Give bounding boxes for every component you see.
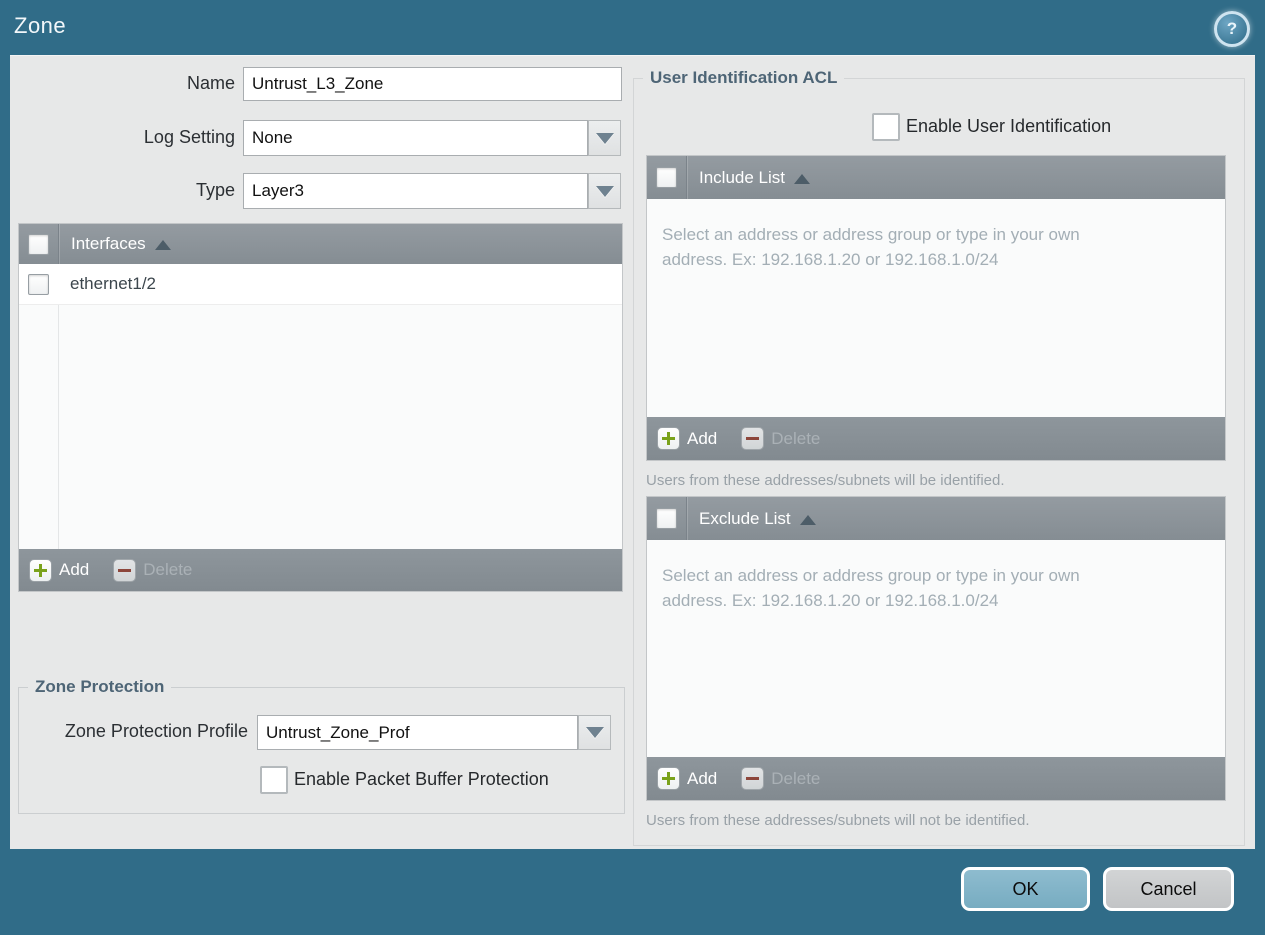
cancel-button[interactable]: Cancel [1103,867,1234,911]
sort-ascending-icon [154,240,171,250]
include-list-header-label: Include List [699,167,785,187]
exclude-list-toolbar: Add Delete [647,757,1225,800]
log-setting-dropdown-button[interactable] [588,120,621,156]
exclude-add-button[interactable]: Add [657,767,717,790]
delete-minus-icon [741,427,765,450]
user-identification-acl-fieldset: User Identification ACL Enable User Iden… [633,68,1245,846]
include-select-all-checkbox[interactable] [656,167,677,188]
include-list-table: Include List Select an address or addres… [646,155,1226,461]
enable-user-identification-checkbox[interactable] [872,113,900,141]
interfaces-delete-button[interactable]: Delete [113,558,193,582]
chevron-down-icon [585,727,604,738]
packet-buffer-protection-label: Enable Packet Buffer Protection [294,769,549,789]
include-header-checkbox-cell [647,156,687,199]
delete-button-label: Delete [771,768,821,788]
exclude-list-placeholder: Select an address or address group or ty… [662,566,1080,610]
add-plus-icon [657,427,680,450]
dialog-title: Zone [14,13,67,38]
add-plus-icon [657,767,680,790]
interfaces-header-label: Interfaces [71,234,146,253]
exclude-list-header[interactable]: Exclude List [647,497,1225,540]
interfaces-table: Interfaces ethernet1/2 Add Delete [18,223,623,592]
zone-protection-profile-dropdown-button[interactable] [578,715,611,750]
column-divider [58,264,59,549]
dialog-body: Name Log Setting Type Interfaces [10,55,1255,849]
add-plus-icon [29,558,52,582]
enable-user-identification-label: Enable User Identification [906,116,1112,136]
include-list-body[interactable]: Select an address or address group or ty… [647,199,1225,417]
delete-minus-icon [741,767,765,790]
interfaces-table-body: ethernet1/2 [19,264,622,549]
include-delete-button[interactable]: Delete [741,427,820,450]
sort-ascending-icon [794,173,810,184]
delete-button-label: Delete [771,428,821,448]
exclude-list-caption: Users from these addresses/subnets will … [646,812,1030,829]
zone-protection-profile-label: Zone Protection Profile [64,721,248,741]
exclude-list-body[interactable]: Select an address or address group or ty… [647,540,1225,757]
interface-row-checkbox[interactable] [28,273,49,295]
zone-protection-legend: Zone Protection [28,677,172,697]
interfaces-add-button[interactable]: Add [29,558,90,582]
sort-ascending-icon [799,514,816,525]
zone-protection-fieldset: Zone Protection Zone Protection Profile … [18,677,625,814]
exclude-delete-button[interactable]: Delete [741,767,820,790]
delete-minus-icon [113,558,137,582]
type-label: Type [195,180,235,200]
add-button-label: Add [687,768,718,788]
delete-button-label: Delete [143,560,193,579]
log-setting-input[interactable] [243,120,588,156]
add-button-label: Add [687,428,718,448]
ok-button[interactable]: OK [961,867,1090,911]
name-input[interactable] [243,67,622,101]
dialog-titlebar: Zone ? [0,0,1265,55]
exclude-header-checkbox-cell [647,497,687,540]
include-list-placeholder: Select an address or address group or ty… [662,225,1080,269]
interface-row[interactable]: ethernet1/2 [19,264,622,305]
interfaces-select-all-checkbox[interactable] [28,233,49,255]
interfaces-toolbar: Add Delete [19,549,622,591]
include-list-caption: Users from these addresses/subnets will … [646,472,1005,489]
name-label: Name [186,73,235,93]
include-list-toolbar: Add Delete [647,417,1225,460]
include-add-button[interactable]: Add [657,427,717,450]
help-icon[interactable]: ? [1214,11,1250,47]
chevron-down-icon [595,185,614,197]
row-checkbox-cell [19,264,58,304]
add-button-label: Add [59,560,90,579]
interfaces-table-header[interactable]: Interfaces [19,224,622,264]
type-input[interactable] [243,173,588,209]
log-setting-label: Log Setting [143,127,235,147]
zone-dialog: Zone ? Name Log Setting Type Interfaces [0,0,1265,935]
exclude-list-header-label: Exclude List [699,508,791,528]
exclude-select-all-checkbox[interactable] [656,508,677,529]
type-dropdown-button[interactable] [588,173,621,209]
zone-protection-profile-input[interactable] [257,715,578,750]
packet-buffer-protection-checkbox[interactable] [260,766,288,794]
exclude-list-table: Exclude List Select an address or addres… [646,496,1226,801]
chevron-down-icon [595,132,614,144]
interface-name: ethernet1/2 [70,274,157,293]
include-list-header[interactable]: Include List [647,156,1225,199]
interfaces-header-checkbox-cell [19,224,59,264]
user-identification-acl-legend: User Identification ACL [643,68,845,88]
